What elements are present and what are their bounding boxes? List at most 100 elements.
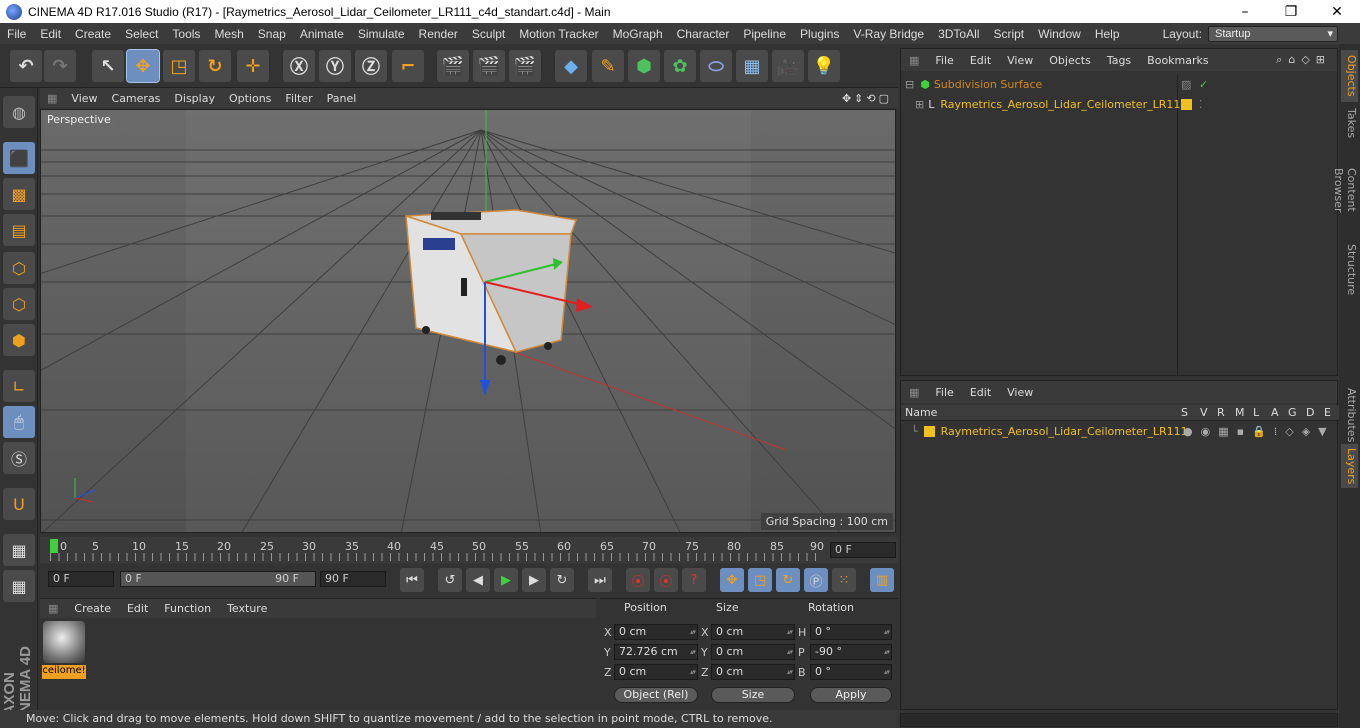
object-menu-tags[interactable]: Tags — [1099, 54, 1139, 67]
menu-mograph[interactable]: MoGraph — [606, 27, 670, 41]
maximize-button[interactable]: ❐ — [1268, 4, 1314, 20]
recent-tools-icon[interactable]: ✛ — [237, 50, 269, 82]
menu-mesh[interactable]: Mesh — [207, 27, 250, 41]
menu-pipeline[interactable]: Pipeline — [736, 27, 793, 41]
tab-objects[interactable]: Objects — [1341, 50, 1358, 102]
object-search-icon[interactable]: ⌕⌂◇⊞ — [1276, 53, 1337, 67]
menu-3dtoall[interactable]: 3DToAll — [931, 27, 986, 41]
size-y-field[interactable]: 0 cm — [711, 644, 795, 660]
position-x-field[interactable]: 0 cm — [614, 624, 698, 640]
menu-render[interactable]: Render — [412, 27, 465, 41]
material-menu-create[interactable]: Create — [66, 602, 119, 615]
layer-menu-view[interactable]: View — [999, 386, 1041, 399]
menu-vray-bridge[interactable]: V-Ray Bridge — [846, 27, 931, 41]
position-z-field[interactable]: 0 cm — [614, 664, 698, 680]
menu-motion-tracker[interactable]: Motion Tracker — [512, 27, 605, 41]
col-g[interactable]: G — [1288, 406, 1297, 419]
menu-tools[interactable]: Tools — [165, 27, 207, 41]
model-mode-icon[interactable]: ⬛ — [3, 142, 35, 174]
record-position-icon[interactable]: ✥ — [720, 568, 744, 592]
menu-simulate[interactable]: Simulate — [351, 27, 412, 41]
enabled-check-icon[interactable]: ✓ — [1199, 78, 1208, 91]
subdivision-surface-icon[interactable]: ⬢ — [628, 50, 660, 82]
previous-key-icon[interactable]: ↺ — [438, 568, 462, 592]
render-picture-viewer-icon[interactable]: 🎬 — [473, 50, 505, 82]
previous-frame-icon[interactable]: ◀ — [466, 568, 490, 592]
viewport-menu-filter[interactable]: Filter — [278, 92, 319, 105]
viewport-navigation-icons[interactable]: ✥⇕⟲▢ — [842, 92, 898, 105]
camera-icon[interactable]: 🎥 — [772, 50, 804, 82]
coordinate-mode-dropdown[interactable]: Object (Rel) — [614, 687, 698, 703]
object-name[interactable]: Subdivision Surface — [934, 78, 1042, 91]
record-parameter-icon[interactable]: Ⓟ — [804, 568, 828, 592]
timeline-window-icon[interactable]: ▥ — [870, 568, 894, 592]
material-menu-texture[interactable]: Texture — [219, 602, 275, 615]
viewport-menu-cameras[interactable]: Cameras — [105, 92, 168, 105]
rotation-p-field[interactable]: -90 ° — [810, 644, 892, 660]
material-menu-edit[interactable]: Edit — [119, 602, 156, 615]
layer-row[interactable]: └ Raymetrics_Aerosol_Lidar_Ceilometer_LR… — [901, 422, 1339, 441]
spline-pen-icon[interactable]: ✎ — [592, 50, 624, 82]
rotate-tool-icon[interactable]: ↻ — [199, 50, 231, 82]
keyframe-selection-icon[interactable]: ? — [682, 568, 706, 592]
layer-color-swatch[interactable] — [923, 426, 935, 437]
workplane-grid-icon[interactable]: ▦ — [3, 570, 35, 602]
go-to-start-icon[interactable]: ⏮ — [400, 568, 424, 592]
layer-color-swatch[interactable] — [1181, 99, 1192, 110]
record-point-level-icon[interactable]: ⁙ — [832, 568, 856, 592]
object-row-subdivision[interactable]: ⊟ ⬢ Subdivision Surface ▨ ✓ — [901, 75, 1339, 94]
start-frame-field[interactable]: 0 F — [48, 571, 114, 587]
viewport-menu-display[interactable]: Display — [167, 92, 222, 105]
menu-window[interactable]: Window — [1031, 27, 1088, 41]
layer-name[interactable]: Raymetrics_Aerosol_Lidar_Ceilometer_LR11… — [941, 425, 1188, 438]
coordinate-system-icon[interactable]: ⌐ — [392, 50, 424, 82]
record-rotation-icon[interactable]: ↻ — [776, 568, 800, 592]
move-tool-icon[interactable]: ✥ — [126, 49, 160, 83]
axis-mode-icon[interactable]: ∟ — [3, 370, 35, 402]
magnet-icon[interactable]: U — [3, 488, 35, 520]
cube-object-icon[interactable]: ◆ — [555, 50, 587, 82]
tab-layers[interactable]: Layers — [1341, 444, 1358, 488]
object-menu-view[interactable]: View — [999, 54, 1041, 67]
light-icon[interactable]: 💡 — [808, 50, 840, 82]
menu-snap[interactable]: Snap — [251, 27, 293, 41]
apply-button[interactable]: Apply — [810, 687, 892, 703]
menu-character[interactable]: Character — [670, 27, 737, 41]
size-z-field[interactable]: 0 cm — [711, 664, 795, 680]
col-m[interactable]: M — [1235, 406, 1245, 419]
next-frame-icon[interactable]: ▶ — [522, 568, 546, 592]
col-d[interactable]: D — [1306, 406, 1314, 419]
y-axis-lock-icon[interactable]: Ⓨ — [319, 50, 351, 82]
layer-horizontal-scrollbar[interactable] — [900, 713, 1338, 727]
z-axis-lock-icon[interactable]: Ⓩ — [355, 50, 387, 82]
object-menu-bookmarks[interactable]: Bookmarks — [1139, 54, 1216, 67]
col-s[interactable]: S — [1181, 406, 1188, 419]
mograph-cloner-icon[interactable]: ✿ — [664, 50, 696, 82]
viewport-menu-view[interactable]: View — [64, 92, 104, 105]
minimize-button[interactable]: – — [1222, 4, 1268, 20]
render-settings-icon[interactable]: 🎬 — [509, 50, 541, 82]
col-e[interactable]: E — [1324, 406, 1331, 419]
col-v[interactable]: V — [1200, 406, 1208, 419]
material-name-label[interactable]: ceilome! — [42, 665, 86, 679]
x-axis-lock-icon[interactable]: Ⓧ — [283, 50, 315, 82]
menu-sculpt[interactable]: Sculpt — [465, 27, 512, 41]
close-button[interactable]: ✕ — [1314, 4, 1360, 20]
material-menu-function[interactable]: Function — [156, 602, 219, 615]
tab-structure[interactable]: Structure — [1341, 240, 1358, 296]
layer-menu-file[interactable]: File — [927, 386, 961, 399]
size-x-field[interactable]: 0 cm — [711, 624, 795, 640]
rotation-b-field[interactable]: 0 ° — [810, 664, 892, 680]
tab-attributes[interactable]: Attributes — [1341, 384, 1358, 442]
material-preview-ball[interactable] — [43, 621, 85, 663]
visibility-dots-icon[interactable]: ⁚ — [1199, 98, 1203, 111]
expand-icon[interactable]: ⊟ — [905, 78, 914, 91]
timeline-ruler[interactable]: 0 5 10 15 20 25 30 35 40 45 50 55 60 65 … — [40, 537, 898, 563]
go-to-end-icon[interactable]: ⏭ — [588, 568, 612, 592]
floor-scene-icon[interactable]: ▦ — [736, 50, 768, 82]
col-r[interactable]: R — [1217, 406, 1225, 419]
scale-tool-icon[interactable]: ◳ — [163, 50, 195, 82]
make-editable-icon[interactable]: ◍ — [3, 96, 35, 128]
object-menu-objects[interactable]: Objects — [1041, 54, 1099, 67]
object-row-lidar[interactable]: ⊞ L Raymetrics_Aerosol_Lidar_Ceilometer_… — [901, 95, 1339, 114]
